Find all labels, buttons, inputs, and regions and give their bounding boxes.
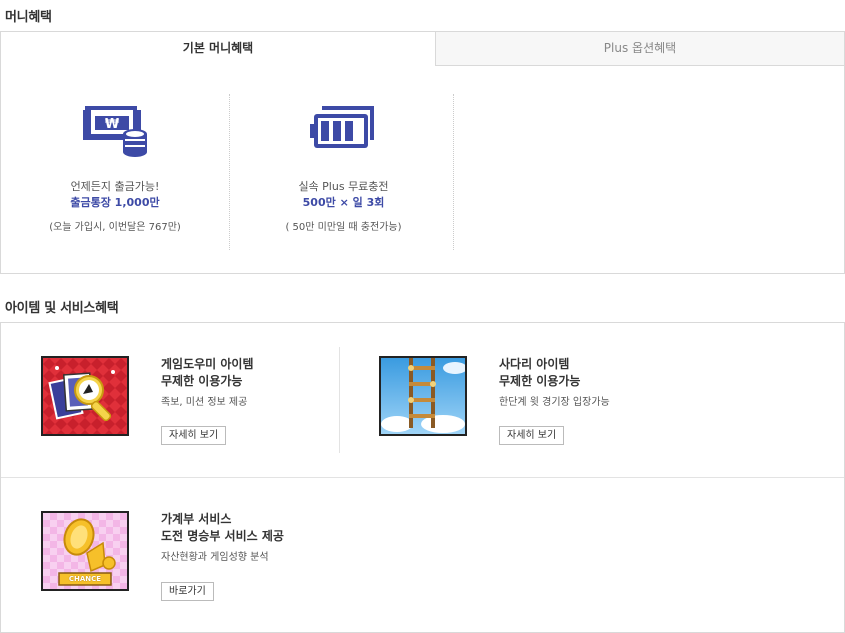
benefit-tabs: 기본 머니혜택 Plus 옵션혜택 <box>1 32 844 66</box>
battery-charge-icon <box>309 106 374 148</box>
svg-text:₩: ₩ <box>105 117 120 132</box>
service-description: 자산현황과 게임성향 분석 <box>161 552 269 563</box>
ladder-icon <box>379 356 467 436</box>
benefit-divider <box>453 94 454 250</box>
tab-basic-money[interactable]: 기본 머니혜택 <box>1 32 436 66</box>
service-title-line2: 도전 명승부 서비스 제공 <box>161 529 284 543</box>
money-section-title: 머니혜택 <box>5 10 52 25</box>
service-title-line2: 무제한 이용가능 <box>499 374 581 388</box>
service-benefits-panel: 게임도우미 아이템 무제한 이용가능 족보, 미션 정보 제공 자세히 보기 사… <box>0 322 845 633</box>
service-title-line1: 가계부 서비스 <box>161 512 232 526</box>
service-title-line1: 게임도우미 아이템 <box>161 357 254 371</box>
benefit-line3: (오늘 가입시, 이번달은 767만) <box>49 222 181 233</box>
benefit-line2: 500만 × 일 3회 <box>302 196 385 209</box>
benefit-line1: 언제든지 출금가능! <box>70 180 160 193</box>
benefit-line3: ( 50만 미만일 때 충전가능) <box>285 222 402 233</box>
benefit-charge: 실속 Plus 무료충전 500만 × 일 3회 ( 50만 미만일 때 충전가… <box>229 94 457 250</box>
tab-plus-option[interactable]: Plus 옵션혜택 <box>436 32 844 66</box>
details-button[interactable]: 자세히 보기 <box>499 426 565 445</box>
service-title-line1: 사다리 아이템 <box>499 357 570 371</box>
row-divider <box>1 477 844 478</box>
go-button[interactable]: 바로가기 <box>161 582 214 601</box>
benefit-line1: 실속 Plus 무료충전 <box>298 180 389 193</box>
money-benefits-panel: 기본 머니혜택 Plus 옵션혜택 ₩ 언제든지 출금가능! 출금통장 1,00… <box>0 31 845 274</box>
magnifier-cards-icon <box>41 356 129 436</box>
service-description: 족보, 미션 정보 제공 <box>161 397 248 408</box>
benefit-line2: 출금통장 1,000만 <box>70 196 160 209</box>
chance-coin-icon: CHANCE <box>41 511 129 591</box>
service-section-title: 아이템 및 서비스혜택 <box>5 301 119 316</box>
service-description: 한단계 윗 경기장 입장가능 <box>499 397 610 408</box>
details-button[interactable]: 자세히 보기 <box>161 426 227 445</box>
wallet-coin-icon: ₩ <box>83 106 147 157</box>
service-title-line2: 무제한 이용가능 <box>161 374 243 388</box>
chance-badge-text: CHANCE <box>68 575 102 583</box>
benefit-withdraw: ₩ 언제든지 출금가능! 출금통장 1,000만 (오늘 가입시, 이번달은 7… <box>1 94 229 250</box>
